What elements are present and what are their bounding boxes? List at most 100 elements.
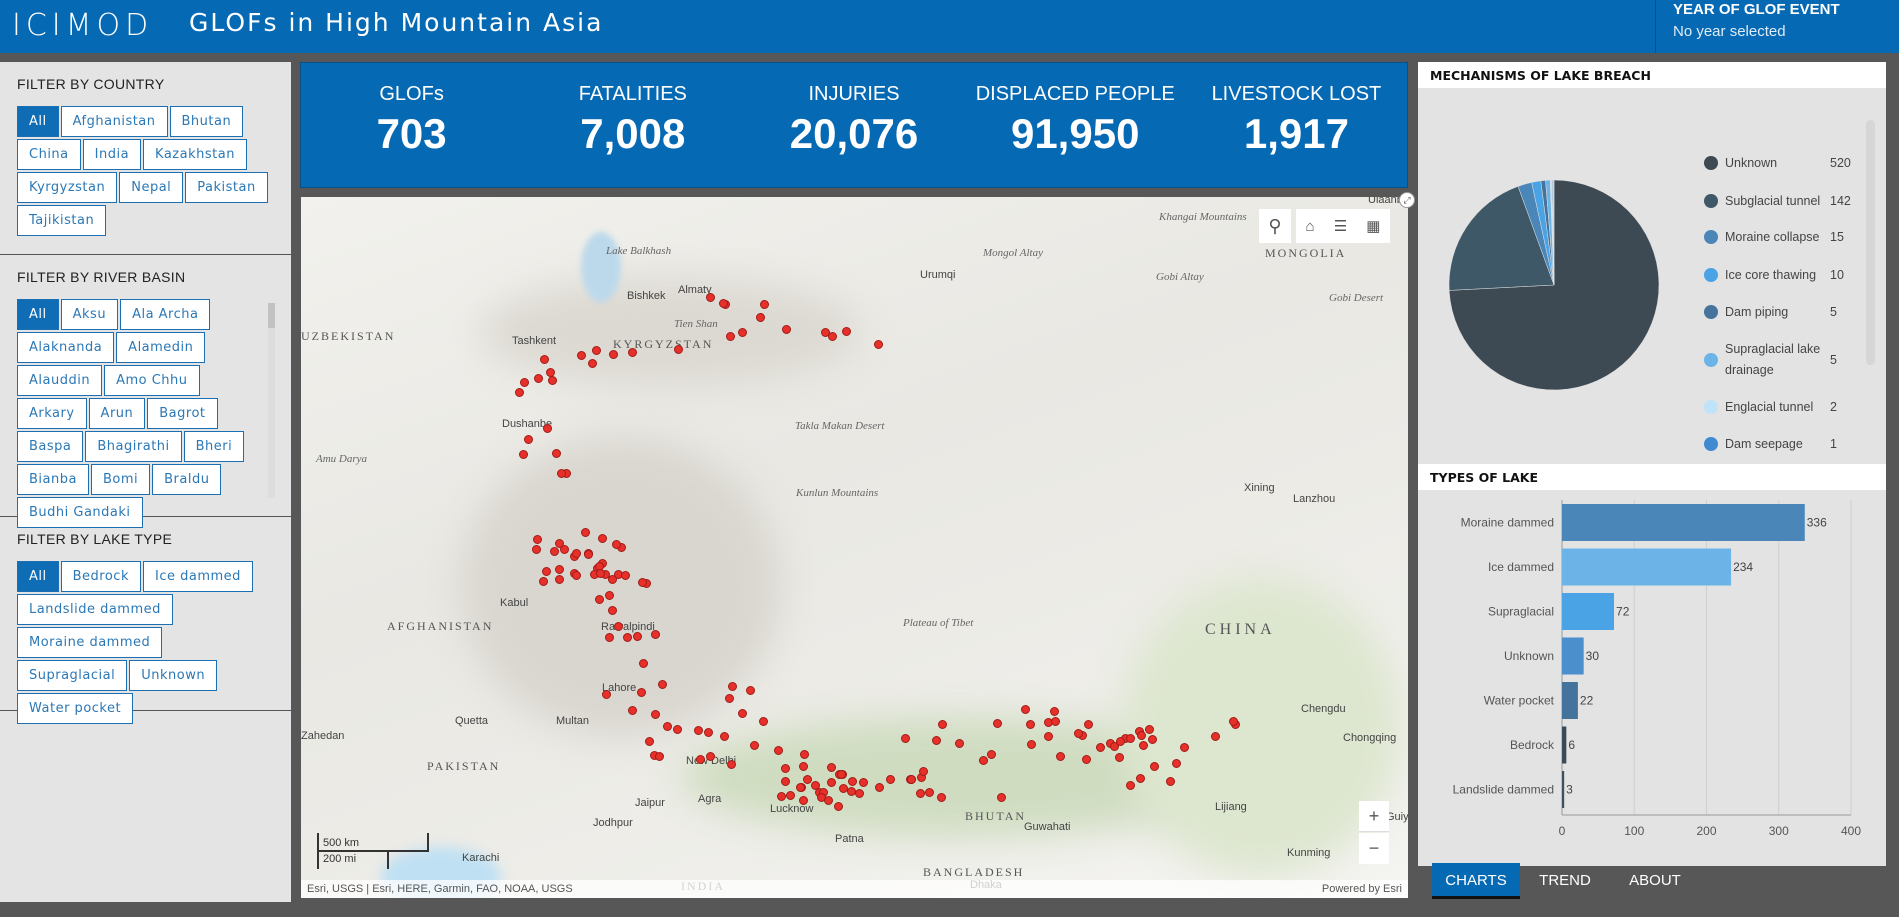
filter-basin-button[interactable]: Aksu — [60, 299, 119, 330]
legend-item[interactable]: Unknown 520 — [1704, 156, 1851, 170]
layer-list-icon[interactable]: ☰ — [1334, 217, 1347, 235]
glof-event-point[interactable] — [1126, 733, 1136, 743]
zoom-in-button[interactable]: + — [1359, 801, 1389, 832]
glof-event-point[interactable] — [1026, 739, 1036, 749]
glof-event-point[interactable] — [601, 690, 611, 700]
glof-event-point[interactable] — [607, 606, 617, 616]
filter-country-button[interactable]: Afghanistan — [60, 106, 168, 137]
glof-event-point[interactable] — [800, 749, 810, 759]
glof-event-point[interactable] — [644, 737, 654, 747]
powered-by-esri[interactable]: Powered by Esri — [1322, 883, 1402, 895]
basin-scrollbar[interactable] — [268, 303, 275, 498]
legend-scrollbar[interactable] — [1866, 120, 1875, 365]
glof-event-point[interactable] — [773, 745, 783, 755]
filter-lake-button[interactable]: Water pocket — [17, 693, 134, 724]
glof-event-point[interactable] — [1115, 736, 1125, 746]
filter-basin-button[interactable]: Alaknanda — [17, 332, 115, 363]
glof-event-point[interactable] — [720, 731, 730, 741]
legend-item[interactable]: Ice core thawing 10 — [1704, 268, 1844, 282]
glof-event-point[interactable] — [749, 740, 759, 750]
glof-event-point[interactable] — [823, 795, 833, 805]
glof-event-point[interactable] — [907, 774, 917, 784]
glof-event-point[interactable] — [727, 682, 737, 692]
glof-event-point[interactable] — [556, 468, 566, 478]
glof-event-point[interactable] — [628, 705, 638, 715]
glof-event-point[interactable] — [545, 367, 555, 377]
glof-event-point[interactable] — [932, 735, 942, 745]
bar[interactable] — [1562, 771, 1565, 808]
filter-basin-button[interactable]: Bianba — [17, 464, 89, 495]
glof-event-point[interactable] — [1074, 728, 1084, 738]
filter-lake-button[interactable]: All — [17, 561, 59, 592]
glof-event-point[interactable] — [620, 571, 630, 581]
filter-lake-button[interactable]: Moraine dammed — [17, 627, 163, 658]
filter-basin-button[interactable]: Arun — [88, 398, 146, 429]
glof-event-point[interactable] — [524, 434, 534, 444]
legend-item[interactable]: Moraine collapse 15 — [1704, 230, 1844, 244]
glof-event-point[interactable] — [550, 546, 560, 556]
filter-basin-button[interactable]: Bhagirathi — [85, 431, 182, 462]
glof-event-point[interactable] — [533, 534, 543, 544]
glof-event-point[interactable] — [1149, 761, 1159, 771]
glof-event-point[interactable] — [543, 424, 553, 434]
glof-event-point[interactable] — [925, 787, 935, 797]
glof-event-point[interactable] — [841, 326, 851, 336]
glof-event-point[interactable] — [560, 544, 570, 554]
filter-country-button[interactable]: China — [17, 139, 81, 170]
fullscreen-icon[interactable]: ⤢ — [1399, 192, 1415, 208]
basemap-gallery-icon[interactable]: ▦ — [1366, 217, 1380, 235]
filter-country-button[interactable]: India — [82, 139, 142, 170]
bar[interactable] — [1562, 726, 1567, 764]
filter-basin-button[interactable]: Amo Chhu — [104, 365, 200, 396]
bar[interactable] — [1562, 682, 1578, 719]
glof-event-point[interactable] — [937, 719, 947, 729]
glof-event-point[interactable] — [555, 574, 564, 584]
bar[interactable] — [1562, 637, 1584, 675]
glof-event-point[interactable] — [1139, 740, 1149, 750]
glof-event-point[interactable] — [885, 775, 895, 785]
filter-country-button[interactable]: Tajikistan — [17, 205, 107, 236]
glof-event-point[interactable] — [595, 568, 605, 578]
glof-event-point[interactable] — [745, 685, 755, 695]
filter-basin-button[interactable]: Arkary — [17, 398, 87, 429]
bar[interactable] — [1562, 504, 1805, 541]
map-view[interactable]: Lake Balkhash Mongol Altay Khangai Mountai… — [301, 197, 1408, 898]
glof-event-point[interactable] — [658, 679, 668, 689]
glof-event-point[interactable] — [1179, 742, 1189, 752]
filter-lake-button[interactable]: Landslide dammed — [17, 594, 173, 625]
glof-event-point[interactable] — [759, 716, 769, 726]
glof-event-point[interactable] — [673, 724, 683, 734]
home-icon[interactable]: ⌂ — [1306, 218, 1315, 235]
glof-event-point[interactable] — [514, 388, 524, 398]
glof-event-point[interactable] — [533, 374, 543, 384]
glof-event-point[interactable] — [1211, 731, 1220, 741]
tab-charts[interactable]: CHARTS — [1432, 863, 1520, 899]
glof-event-point[interactable] — [597, 533, 607, 543]
legend-item[interactable]: Supraglacial lake drainage 5 — [1704, 339, 1837, 381]
glof-event-point[interactable] — [1135, 773, 1145, 783]
glof-event-point[interactable] — [542, 566, 552, 576]
glof-event-point[interactable] — [531, 544, 541, 554]
legend-item[interactable]: Englacial tunnel 2 — [1704, 400, 1837, 414]
glof-event-point[interactable] — [858, 778, 868, 788]
glof-event-point[interactable] — [705, 292, 715, 302]
zoom-out-button[interactable]: − — [1359, 833, 1389, 864]
glof-event-point[interactable] — [704, 728, 714, 738]
filter-lake-button[interactable]: Bedrock — [60, 561, 141, 592]
bar[interactable] — [1562, 593, 1615, 630]
filter-basin-button[interactable]: Alauddin — [17, 365, 103, 396]
glof-event-point[interactable] — [604, 590, 614, 600]
glof-event-point[interactable] — [936, 792, 946, 802]
glof-event-point[interactable] — [795, 783, 805, 792]
glof-event-point[interactable] — [777, 791, 787, 801]
filter-basin-button[interactable]: Baspa — [17, 431, 84, 462]
glof-event-point[interactable] — [655, 751, 665, 761]
legend-item[interactable]: Dam seepage 1 — [1704, 437, 1837, 451]
glof-event-point[interactable] — [847, 777, 857, 787]
tab-about[interactable]: ABOUT — [1610, 863, 1700, 899]
glof-event-point[interactable] — [520, 377, 530, 387]
filter-basin-button[interactable]: Bomi — [90, 464, 151, 495]
glof-event-point[interactable] — [608, 350, 618, 360]
glof-event-point[interactable] — [572, 570, 582, 580]
legend-item[interactable]: Dam piping 5 — [1704, 305, 1837, 319]
